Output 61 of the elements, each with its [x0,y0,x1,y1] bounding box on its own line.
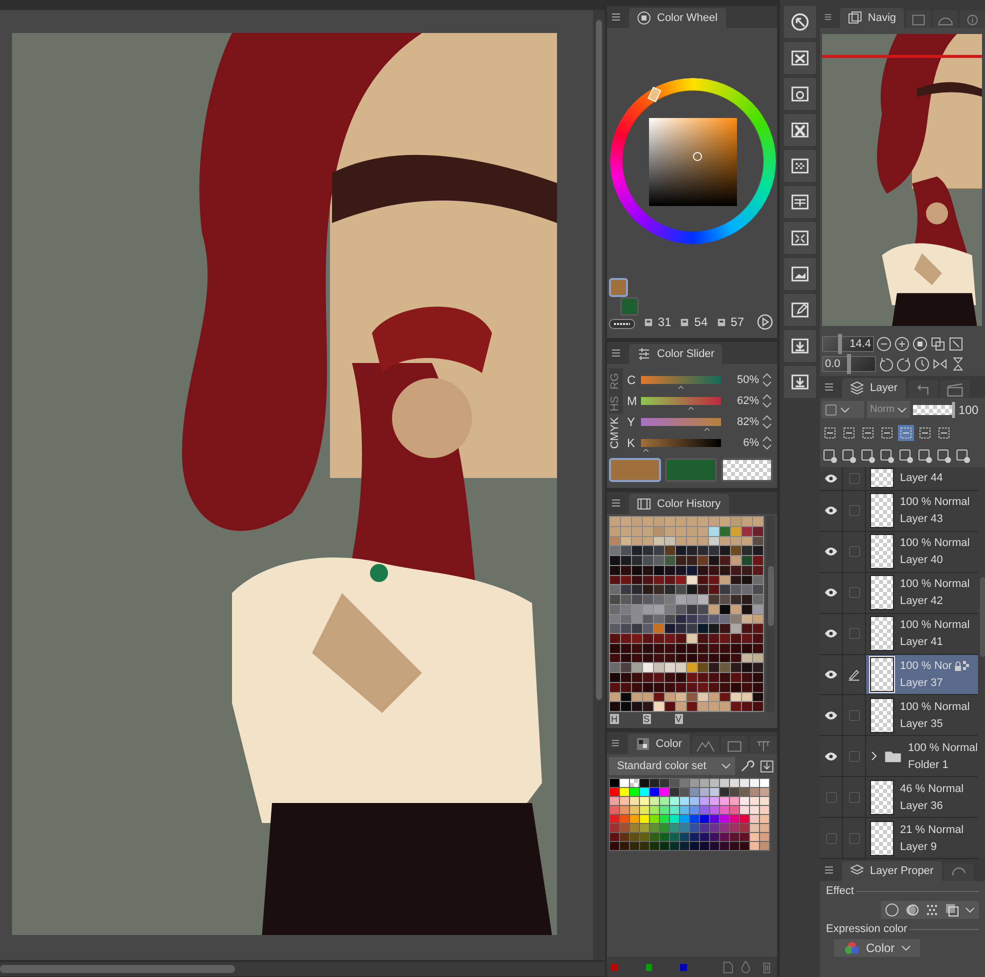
layer-row[interactable]: Layer 44 [820,467,978,491]
rotation-value: 0.0 [825,358,840,370]
layer-name: Layer 36 [900,800,944,812]
layer-row[interactable]: 100 % Normal Folder 1 [820,736,978,778]
blend-mode-label: 100 % Normal [900,700,970,713]
layer-row[interactable]: 100 % Normal Layer 40 [820,532,978,573]
hsv-value: 57 [730,315,744,329]
section-label: Effect [826,885,854,897]
mode-tab[interactable]: CMYK [609,414,623,452]
layer-name: Layer 40 [900,554,944,566]
layer-name: Layer 41 [900,636,944,648]
panel-tab[interactable]: Color Wheel [629,8,726,28]
layer-row[interactable]: 100 % Normal Layer 35 [820,695,978,736]
panel-tab[interactable]: Color Slider [629,344,722,364]
panel-tab[interactable]: Color [628,734,690,754]
layer-name: Layer 43 [900,513,944,526]
blend-mode-value: Norm [870,404,894,415]
layer-name: Layer 44 [900,472,943,484]
blend-mode-label: 100 % Normal [908,742,978,754]
layer-row[interactable]: 46 % Normal Layer 36 [820,777,978,818]
channel-reading: 50% [736,374,759,386]
layer-name: Folder 1 [908,758,950,771]
blend-mode-label: 100 % Normal [900,496,970,508]
rotation-slider[interactable]: 0.0 [822,356,876,372]
layer-name: Layer 9 [900,840,938,852]
blend-mode-label: 100 % Nor [900,660,952,672]
zoom-value: 14.4 [850,338,871,350]
channel-label: M [627,394,638,408]
layer-name: Layer 42 [900,595,944,608]
blend-mode-label: 46 % Normal [900,782,964,795]
sort-button[interactable]: S [642,714,651,724]
layer-row[interactable]: 100 % Normal Layer 41 [820,614,978,654]
panel-tab[interactable]: Layer Proper [842,861,942,881]
panel-tab[interactable]: Navig [840,8,904,28]
blend-mode-label: 100 % Normal [900,619,970,632]
hsv-value: 31 [658,315,672,329]
color-set-dropdown[interactable]: Standard color set [609,757,736,775]
blend-mode-label: 100 % Normal [900,578,970,590]
layer-name: Layer 37 [900,676,944,689]
section-label: Expression color [826,923,908,935]
layer-row[interactable]: 100 % Normal Layer 42 [820,572,978,614]
channel-label: Y [627,415,636,429]
channel-label: C [627,373,637,387]
panel-tab[interactable]: Color History [629,494,729,514]
sort-button[interactable]: H [610,714,618,724]
channel-reading: 6% [742,437,759,449]
hsv-value: 54 [694,315,708,329]
layer-row[interactable]: 100 % Normal Layer 43 [820,490,978,532]
blend-mode-label: 21 % Normal [900,824,964,836]
blend-mode-label: 100 % Normal [900,537,970,550]
expression-color-value: Color [866,941,895,955]
layer-row[interactable]: 21 % Normal Layer 9 [820,818,978,859]
expression-color-dropdown[interactable]: Color [834,939,920,957]
channel-reading: 62% [736,395,759,407]
channel-label: K [627,436,636,450]
sort-button[interactable]: V [674,714,683,724]
zoom-slider[interactable]: 14.4 [822,336,874,352]
layer-name: Layer 35 [900,718,944,730]
panel-tab[interactable]: Layer [842,378,906,398]
channel-reading: 82% [736,416,759,428]
opacity-value: 100 [958,402,978,416]
